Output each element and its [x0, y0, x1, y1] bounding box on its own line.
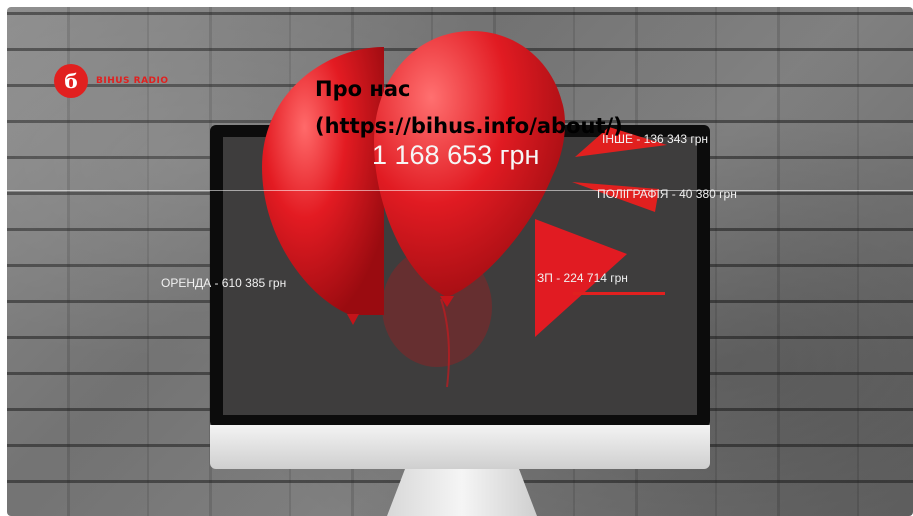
divider-line — [7, 190, 913, 191]
label-salary: ЗП - 224 714 грн — [537, 271, 628, 285]
about-link-overlay[interactable]: Про нас (https://bihus.info/about/) — [315, 71, 623, 145]
label-rent: ОРЕНДА - 610 385 грн — [161, 276, 287, 290]
balloon-knot-rent — [347, 314, 359, 325]
background-image: б BIHUS Radio — [7, 7, 913, 516]
label-printing: ПОЛІГРАФІЯ - 40 380 грн — [597, 187, 737, 201]
salary-underline — [573, 292, 665, 295]
about-title: Про нас — [315, 77, 411, 101]
about-url[interactable]: (https://bihus.info/about/) — [315, 108, 623, 145]
